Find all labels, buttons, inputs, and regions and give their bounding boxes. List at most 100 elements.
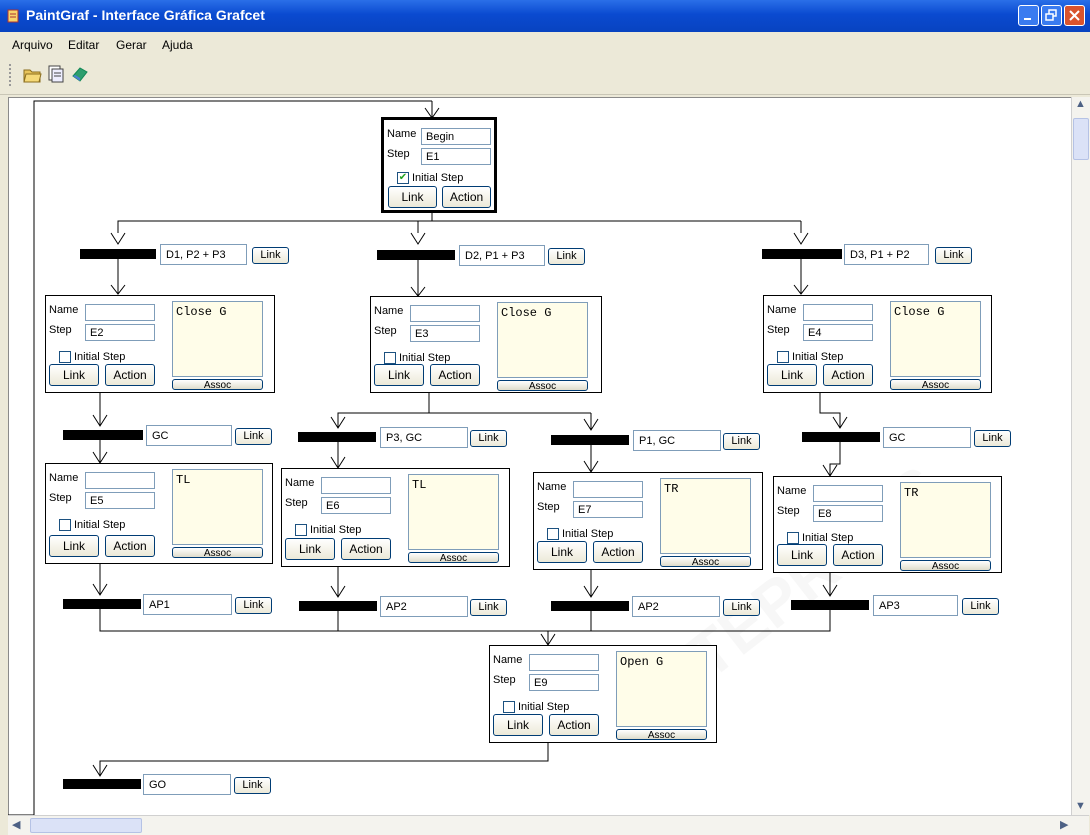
transition-condition-field[interactable]: AP1 bbox=[143, 594, 232, 615]
save-button[interactable] bbox=[46, 64, 66, 84]
step-name-field[interactable] bbox=[573, 481, 643, 498]
transition-link-button[interactable]: Link bbox=[723, 433, 760, 450]
step-id-field[interactable]: E7 bbox=[573, 501, 643, 518]
transition-condition-field[interactable]: GO bbox=[143, 774, 231, 795]
transition-link-button[interactable]: Link bbox=[235, 428, 272, 445]
assoc-button[interactable]: Assoc bbox=[172, 547, 263, 558]
initial-step-checkbox[interactable]: ✔ bbox=[397, 172, 409, 184]
action-text-area[interactable]: TR bbox=[660, 478, 751, 554]
action-button[interactable]: Action bbox=[430, 364, 480, 386]
link-button[interactable]: Link bbox=[767, 364, 817, 386]
action-button[interactable]: Action bbox=[105, 535, 155, 557]
transition-bar[interactable] bbox=[551, 435, 629, 445]
action-text-area[interactable]: Close G bbox=[890, 301, 981, 377]
transition-bar[interactable] bbox=[298, 432, 376, 442]
link-button[interactable]: Link bbox=[493, 714, 543, 736]
action-button[interactable]: Action bbox=[593, 541, 643, 563]
scroll-up-icon[interactable]: ▲ bbox=[1075, 98, 1086, 110]
action-button[interactable]: Action bbox=[833, 544, 883, 566]
step-box[interactable]: Name Step E9 Initial Step Link Action Open G As… bbox=[489, 645, 717, 743]
transition-condition-field[interactable]: P3, GC bbox=[380, 427, 468, 448]
generate-button[interactable] bbox=[70, 64, 90, 84]
assoc-button[interactable]: Assoc bbox=[900, 560, 991, 571]
action-button[interactable]: Action bbox=[442, 186, 491, 208]
step-name-field[interactable]: Begin bbox=[421, 128, 491, 145]
menu-arquivo[interactable]: Arquivo bbox=[12, 38, 53, 52]
transition-bar[interactable] bbox=[80, 249, 156, 259]
step-box[interactable]: Name Step E3 Initial Step Link Action Close G A… bbox=[370, 296, 602, 393]
initial-step-checkbox[interactable] bbox=[384, 352, 396, 364]
step-box[interactable]: Name Step E4 Initial Step Link Action Close G A… bbox=[763, 295, 992, 393]
scroll-right-icon[interactable]: ▶ bbox=[1060, 818, 1068, 831]
step-name-field[interactable] bbox=[410, 305, 480, 322]
action-button[interactable]: Action bbox=[823, 364, 873, 386]
transition-condition-field[interactable]: D1, P2 + P3 bbox=[160, 244, 247, 265]
transition-condition-field[interactable]: D3, P1 + P2 bbox=[844, 244, 929, 265]
transition-link-button[interactable]: Link bbox=[470, 599, 507, 616]
initial-step-checkbox[interactable] bbox=[503, 701, 515, 713]
action-button[interactable]: Action bbox=[341, 538, 391, 560]
menu-ajuda[interactable]: Ajuda bbox=[162, 38, 193, 52]
transition-link-button[interactable]: Link bbox=[252, 247, 289, 264]
transition-condition-field[interactable]: AP2 bbox=[380, 596, 468, 617]
transition-link-button[interactable]: Link bbox=[234, 777, 271, 794]
transition-link-button[interactable]: Link bbox=[974, 430, 1011, 447]
vertical-scrollbar[interactable] bbox=[1071, 97, 1090, 815]
transition-condition-field[interactable]: AP3 bbox=[873, 595, 958, 616]
transition-bar[interactable] bbox=[762, 249, 842, 259]
action-text-area[interactable]: TL bbox=[172, 469, 263, 545]
transition-bar[interactable] bbox=[63, 430, 143, 440]
transition-condition-field[interactable]: D2, P1 + P3 bbox=[459, 245, 545, 266]
step-box[interactable]: Name Step E7 Initial Step Link Action TR Assoc bbox=[533, 472, 763, 570]
initial-step-checkbox[interactable] bbox=[59, 351, 71, 363]
step-name-field[interactable] bbox=[85, 304, 155, 321]
action-button[interactable]: Action bbox=[549, 714, 599, 736]
scroll-down-icon[interactable]: ▼ bbox=[1075, 800, 1086, 812]
transition-bar[interactable] bbox=[791, 600, 869, 610]
transition-bar[interactable] bbox=[63, 599, 141, 609]
step-box[interactable]: Name Step E6 Initial Step Link Action TL Assoc bbox=[281, 468, 510, 567]
step-id-field[interactable]: E8 bbox=[813, 505, 883, 522]
assoc-button[interactable]: Assoc bbox=[616, 729, 707, 740]
initial-step-checkbox[interactable] bbox=[59, 519, 71, 531]
step-id-field[interactable]: E1 bbox=[421, 148, 491, 165]
step-id-field[interactable]: E3 bbox=[410, 325, 480, 342]
menu-gerar[interactable]: Gerar bbox=[116, 38, 147, 52]
assoc-button[interactable]: Assoc bbox=[172, 379, 263, 390]
menu-editar[interactable]: Editar bbox=[68, 38, 99, 52]
transition-bar[interactable] bbox=[377, 250, 455, 260]
action-text-area[interactable]: Close G bbox=[497, 302, 588, 378]
transition-condition-field[interactable]: GC bbox=[146, 425, 232, 446]
transition-bar[interactable] bbox=[299, 601, 377, 611]
scroll-left-icon[interactable]: ◀ bbox=[12, 818, 20, 831]
transition-condition-field[interactable]: GC bbox=[883, 427, 971, 448]
open-button[interactable] bbox=[22, 64, 42, 84]
transition-link-button[interactable]: Link bbox=[935, 247, 972, 264]
action-text-area[interactable]: Close G bbox=[172, 301, 263, 377]
close-button[interactable] bbox=[1064, 5, 1085, 26]
action-text-area[interactable]: Open G bbox=[616, 651, 707, 727]
link-button[interactable]: Link bbox=[49, 535, 99, 557]
action-text-area[interactable]: TL bbox=[408, 474, 499, 550]
transition-bar[interactable] bbox=[551, 601, 629, 611]
toolbar-grip[interactable] bbox=[9, 64, 13, 86]
link-button[interactable]: Link bbox=[777, 544, 827, 566]
initial-step-checkbox[interactable] bbox=[787, 532, 799, 544]
assoc-button[interactable]: Assoc bbox=[660, 556, 751, 567]
assoc-button[interactable]: Assoc bbox=[890, 379, 981, 390]
step-id-field[interactable]: E4 bbox=[803, 324, 873, 341]
assoc-button[interactable]: Assoc bbox=[408, 552, 499, 563]
action-text-area[interactable]: TR bbox=[900, 482, 991, 558]
step-name-field[interactable] bbox=[803, 304, 873, 321]
step-id-field[interactable]: E6 bbox=[321, 497, 391, 514]
step-name-field[interactable] bbox=[85, 472, 155, 489]
minimize-button[interactable] bbox=[1018, 5, 1039, 26]
assoc-button[interactable]: Assoc bbox=[497, 380, 588, 391]
transition-condition-field[interactable]: AP2 bbox=[632, 596, 720, 617]
link-button[interactable]: Link bbox=[285, 538, 335, 560]
transition-link-button[interactable]: Link bbox=[723, 599, 760, 616]
horizontal-scroll-thumb[interactable] bbox=[30, 818, 142, 833]
link-button[interactable]: Link bbox=[374, 364, 424, 386]
step-box[interactable]: Name Step E8 Initial Step Link Action TR Assoc bbox=[773, 476, 1002, 573]
step-name-field[interactable] bbox=[321, 477, 391, 494]
